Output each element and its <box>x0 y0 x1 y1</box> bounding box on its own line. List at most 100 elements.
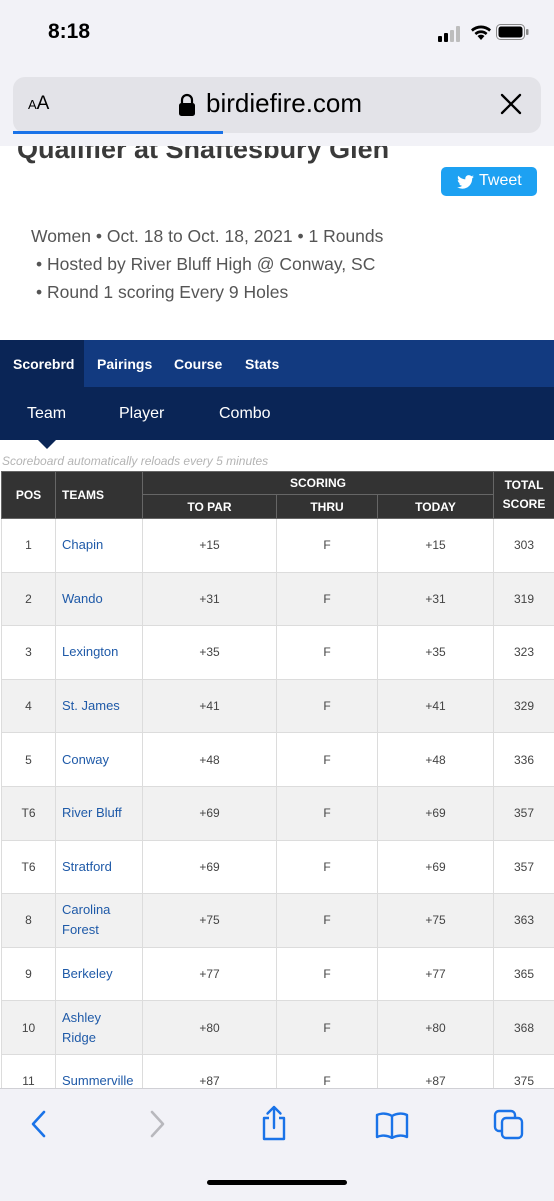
tabs-icon[interactable] <box>493 1109 525 1141</box>
team-link[interactable]: St. James <box>56 679 143 733</box>
tab-course[interactable]: Course <box>174 356 222 372</box>
team-link[interactable]: Berkeley <box>56 947 143 1001</box>
cell-today: +80 <box>378 1001 494 1055</box>
cell-pos: 9 <box>2 947 56 1001</box>
cell-today: +69 <box>378 786 494 840</box>
reload-note: Scoreboard automatically reloads every 5… <box>2 454 268 468</box>
team-link[interactable]: Ashley Ridge <box>56 1001 143 1055</box>
team-link[interactable]: Carolina Forest <box>56 894 143 948</box>
url-field[interactable]: AA birdiefire.com <box>13 77 541 133</box>
share-icon[interactable] <box>259 1105 289 1141</box>
cell-to-par: +41 <box>143 679 277 733</box>
page-title: Qualifier at Shaftesbury Glen <box>17 146 389 168</box>
cell-today: +41 <box>378 679 494 733</box>
cellular-signal-icon <box>438 26 460 42</box>
cell-pos: 4 <box>2 679 56 733</box>
cell-thru: F <box>277 679 378 733</box>
bookmarks-icon[interactable] <box>375 1111 409 1139</box>
cell-to-par: +15 <box>143 519 277 573</box>
cell-total: 357 <box>494 786 554 840</box>
event-summary: Women • Oct. 18 to Oct. 18, 2021 • 1 Rou… <box>31 226 383 247</box>
table-row: T6 River Bluff +69 F +69 357 <box>2 786 554 840</box>
cell-pos: 1 <box>2 519 56 573</box>
team-link[interactable]: Stratford <box>56 840 143 894</box>
header-scoring: SCORING <box>143 472 494 495</box>
cell-thru: F <box>277 786 378 840</box>
cell-total: 329 <box>494 679 554 733</box>
cell-thru: F <box>277 840 378 894</box>
cell-to-par: +69 <box>143 786 277 840</box>
header-to-par: TO PAR <box>143 495 277 519</box>
back-icon[interactable] <box>28 1109 50 1139</box>
home-indicator <box>207 1180 347 1185</box>
team-link[interactable]: Wando <box>56 572 143 626</box>
table-row: 2 Wando +31 F +31 319 <box>2 572 554 626</box>
cell-pos: 2 <box>2 572 56 626</box>
tweet-label: Tweet <box>479 172 522 190</box>
cell-pos: T6 <box>2 840 56 894</box>
tab-combo[interactable]: Combo <box>219 405 271 423</box>
cell-to-par: +75 <box>143 894 277 948</box>
cell-total: 323 <box>494 626 554 680</box>
cell-total: 368 <box>494 1001 554 1055</box>
header-today: TODAY <box>378 495 494 519</box>
cell-pos: 8 <box>2 894 56 948</box>
scoreboard-table: POS TEAMS SCORING TOTALSCORE TO PAR THRU… <box>1 471 554 1109</box>
table-row: 1 Chapin +15 F +15 303 <box>2 519 554 573</box>
cell-to-par: +80 <box>143 1001 277 1055</box>
page-load-progress <box>13 131 223 134</box>
cell-today: +69 <box>378 840 494 894</box>
tab-pairings[interactable]: Pairings <box>97 356 152 372</box>
team-link[interactable]: Lexington <box>56 626 143 680</box>
header-teams: TEAMS <box>56 472 143 519</box>
table-row: 3 Lexington +35 F +35 323 <box>2 626 554 680</box>
active-tab-indicator <box>38 440 56 449</box>
cell-today: +35 <box>378 626 494 680</box>
cell-total: 357 <box>494 840 554 894</box>
cell-today: +48 <box>378 733 494 787</box>
team-link[interactable]: Conway <box>56 733 143 787</box>
tab-player[interactable]: Player <box>119 405 164 423</box>
address-bar: AA birdiefire.com <box>0 70 554 146</box>
cell-thru: F <box>277 947 378 1001</box>
team-link[interactable]: River Bluff <box>56 786 143 840</box>
cell-thru: F <box>277 519 378 573</box>
tab-scoreboard[interactable]: Scorebrd <box>13 356 74 372</box>
tweet-button[interactable]: Tweet <box>441 167 537 196</box>
sub-nav: Team Player Combo <box>0 387 554 440</box>
table-row: 5 Conway +48 F +48 336 <box>2 733 554 787</box>
cell-pos: T6 <box>2 786 56 840</box>
header-pos: POS <box>2 472 56 519</box>
url-text: birdiefire.com <box>206 88 362 119</box>
main-nav: Scorebrd Pairings Course Stats <box>0 340 554 387</box>
team-link[interactable]: Chapin <box>56 519 143 573</box>
tab-team[interactable]: Team <box>27 405 66 423</box>
cell-to-par: +35 <box>143 626 277 680</box>
cell-to-par: +77 <box>143 947 277 1001</box>
cell-thru: F <box>277 572 378 626</box>
cell-thru: F <box>277 1001 378 1055</box>
reader-settings-button[interactable]: AA <box>28 93 49 115</box>
cell-total: 303 <box>494 519 554 573</box>
table-row: 4 St. James +41 F +41 329 <box>2 679 554 733</box>
cell-total: 363 <box>494 894 554 948</box>
close-icon[interactable] <box>500 93 522 115</box>
header-total-score: TOTALSCORE <box>494 472 554 519</box>
cell-today: +31 <box>378 572 494 626</box>
header-thru: THRU <box>277 495 378 519</box>
status-bar: 8:18 <box>0 0 554 70</box>
cell-today: +77 <box>378 947 494 1001</box>
battery-icon <box>496 24 530 40</box>
status-time: 8:18 <box>48 20 90 44</box>
event-scoring-info: • Round 1 scoring Every 9 Holes <box>36 282 288 303</box>
twitter-bird-icon <box>457 175 474 189</box>
lock-icon <box>178 93 196 117</box>
tab-stats[interactable]: Stats <box>245 356 279 372</box>
cell-thru: F <box>277 626 378 680</box>
cell-pos: 3 <box>2 626 56 680</box>
cell-today: +15 <box>378 519 494 573</box>
cell-pos: 10 <box>2 1001 56 1055</box>
cell-thru: F <box>277 733 378 787</box>
wifi-icon <box>470 23 492 41</box>
cell-total: 365 <box>494 947 554 1001</box>
